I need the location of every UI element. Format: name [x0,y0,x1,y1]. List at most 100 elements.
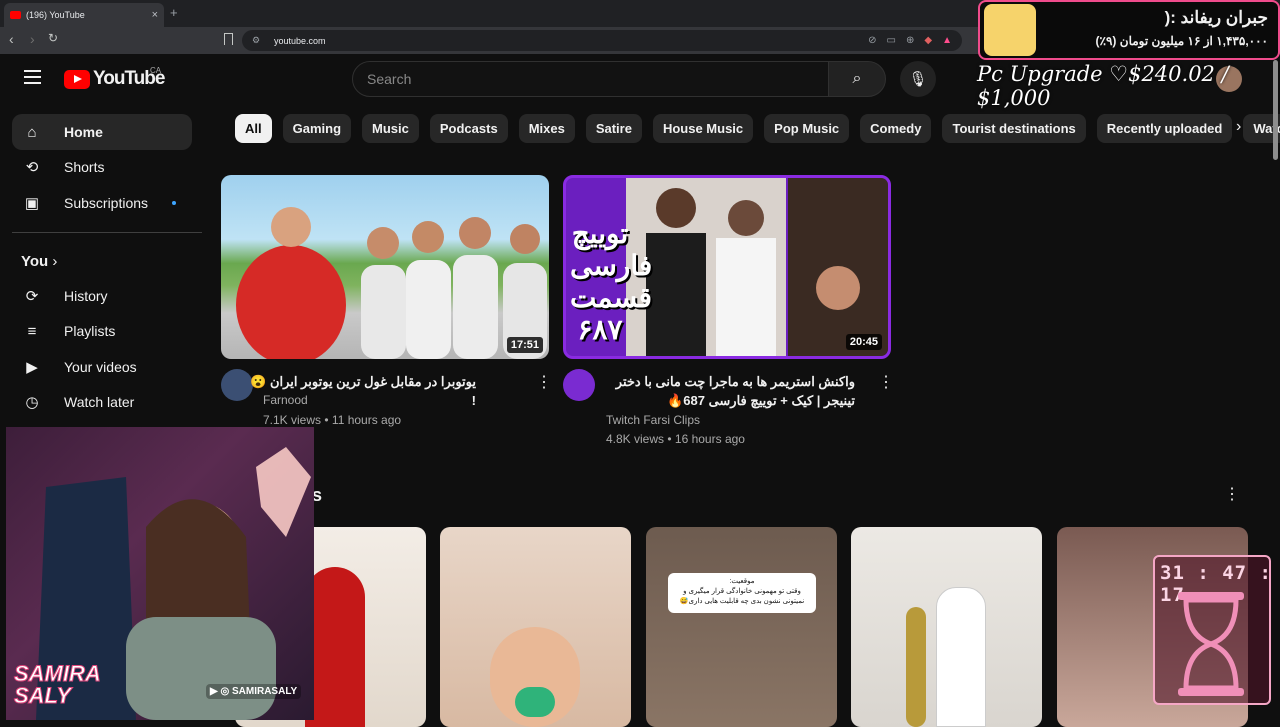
upload-age: 16 hours ago [674,432,745,446]
more-options-icon[interactable]: ⋮ [878,372,894,392]
video-thumbnail[interactable]: توییچ فارسی قسمت ۶۸۷ 20:45 [563,175,891,359]
scrollbar[interactable] [1273,60,1278,160]
sidebar-item-playlists[interactable]: ≡ Playlists [12,313,192,349]
chip[interactable]: Podcasts [429,114,508,143]
chevron-right-icon[interactable]: › [1236,118,1241,136]
playlists-icon: ≡ [27,322,37,340]
subscriptions-icon: ▣ [24,195,40,212]
sidebar-item-label: Watch later [64,394,135,410]
view-count: 4.8K views [606,432,665,446]
region-code: CA [150,66,162,75]
tab-title: (196) YouTube [26,10,85,20]
short-caption: موقعیت: وقتی تو مهمونی خانوادگی قرار میگ… [668,573,816,613]
webcam-overlay: SAMIRA SALY ▶ ◎ SAMIRASALY [6,427,314,720]
chip[interactable]: Mixes [518,114,575,143]
address-bar[interactable]: ⚙ youtube.com ⊘ ▭ ⊕ ◆ ▲ [242,30,962,51]
filter-chips: All Gaming Music Podcasts Mixes Satire H… [235,114,1280,144]
sidebar-item-shorts[interactable]: ⟲ Shorts [12,149,192,185]
sidebar-item-label: Shorts [64,159,105,175]
sidebar-item-subscriptions[interactable]: ▣ Subscriptions [12,185,192,221]
video-duration: 20:45 [845,334,882,350]
statue-image [906,607,926,727]
chip[interactable]: Gaming [282,114,352,143]
voice-search-button[interactable]: 🎙 [900,61,936,97]
streamer-name: SAMIRA [14,661,102,686]
bookmark-icon[interactable] [224,33,233,45]
short-thumbnail[interactable]: موقعیت: وقتی تو مهمونی خانوادگی قرار میگ… [646,527,837,727]
channel-name[interactable]: Farnood [263,390,308,410]
url-text: youtube.com [274,35,326,46]
home-icon: ⌂ [27,123,37,141]
chip[interactable]: Recently uploaded [1096,114,1233,143]
channel-name[interactable]: Twitch Farsi Clips [606,410,700,430]
eye-off-icon[interactable]: ⊘ [868,35,876,46]
pacifier-image [515,687,555,717]
donation-title: جبران ریفاند :( [1164,8,1268,27]
history-icon: ⟳ [25,288,39,305]
video-duration: 17:51 [506,337,543,353]
sidebar-item-label: Your videos [64,359,137,375]
goal-text: Pc Upgrade ♡$240.02 / $1,000 [977,62,1229,110]
chip[interactable]: Tourist destinations [942,114,1086,143]
streamer-name: SALY [14,683,72,708]
sidebar-item-history[interactable]: ⟳ History [12,278,192,314]
cast-icon[interactable]: ▭ [887,35,896,46]
microphone-icon: 🎙 [908,71,928,88]
avatar-sticker [984,4,1036,56]
short-thumbnail[interactable] [440,527,631,727]
thumb-text: توییچ [571,218,629,249]
chip[interactable]: All [235,114,272,143]
chevron-right-icon: › [52,253,58,270]
chip[interactable]: Comedy [860,114,932,143]
tab-close-icon[interactable]: × [152,9,158,21]
sidebar-item-your-videos[interactable]: ▶ Your videos [12,349,192,385]
youtube-play-icon [64,69,90,89]
reload-icon[interactable]: ↻ [48,31,58,45]
social-handle: ▶ ◎ SAMIRASALY [206,684,302,699]
menu-icon[interactable] [24,70,41,88]
sidebar-item-label: Subscriptions [64,195,149,211]
thumbnail-image [236,207,547,359]
search-button[interactable]: ⌕ [828,61,886,97]
you-label: You [21,253,49,270]
search-icon: ⌕ [852,70,862,87]
video-stats: 4.8K views • 16 hours ago [606,432,745,446]
you-section-header[interactable]: You › [21,253,57,270]
short-thumbnail[interactable] [851,527,1042,727]
watch-later-icon: ◷ [25,394,39,411]
view-count: 7.1K views [263,413,322,427]
chip[interactable]: House Music [652,114,754,143]
youtube-favicon-icon [10,11,21,19]
more-options-icon[interactable]: ⋮ [536,372,552,392]
zoom-icon[interactable]: ⊕ [906,35,914,46]
site-settings-icon[interactable]: ⚙ [252,35,264,46]
sidebar-item-watch-later[interactable]: ◷ Watch later [12,384,192,420]
short-image [305,567,365,727]
upload-age: 11 hours ago [331,413,402,427]
chip[interactable]: Satire [585,114,642,143]
your-videos-icon: ▶ [26,359,38,376]
channel-avatar[interactable] [563,369,595,401]
more-options-icon[interactable]: ⋮ [1224,484,1240,504]
forward-icon[interactable]: › [30,31,35,47]
video-title[interactable]: واکنش استریمر ها به ماجرا چت مانی با دخت… [605,372,855,410]
short-image [936,587,986,727]
thumb-text: فارسی [570,250,653,281]
chip[interactable]: Music [362,114,419,143]
video-thumbnail[interactable]: 17:51 [221,175,549,359]
back-icon[interactable]: ‹ [9,31,14,47]
shorts-icon: ⟲ [25,159,39,176]
new-content-dot [172,201,176,205]
donation-progress: ۱,۴۳۵,۰۰۰ از ۱۶ میلیون تومان (۹٪) [1095,34,1268,48]
chip[interactable]: Pop Music [764,114,850,143]
shield-icon[interactable]: ◆ [924,35,932,46]
sidebar-item-label: Playlists [64,323,116,339]
thumb-text: قسمت [570,282,653,313]
browser-tab[interactable]: (196) YouTube × [4,3,164,27]
sidebar-item-label: Home [64,124,103,140]
social-handle-text: SAMIRASALY [231,686,298,697]
sidebar-item-home[interactable]: ⌂ Home [12,114,192,150]
new-tab-icon[interactable]: + [170,5,178,20]
extension-icon[interactable]: ▲ [942,35,952,46]
search-input[interactable]: Search [352,61,829,97]
